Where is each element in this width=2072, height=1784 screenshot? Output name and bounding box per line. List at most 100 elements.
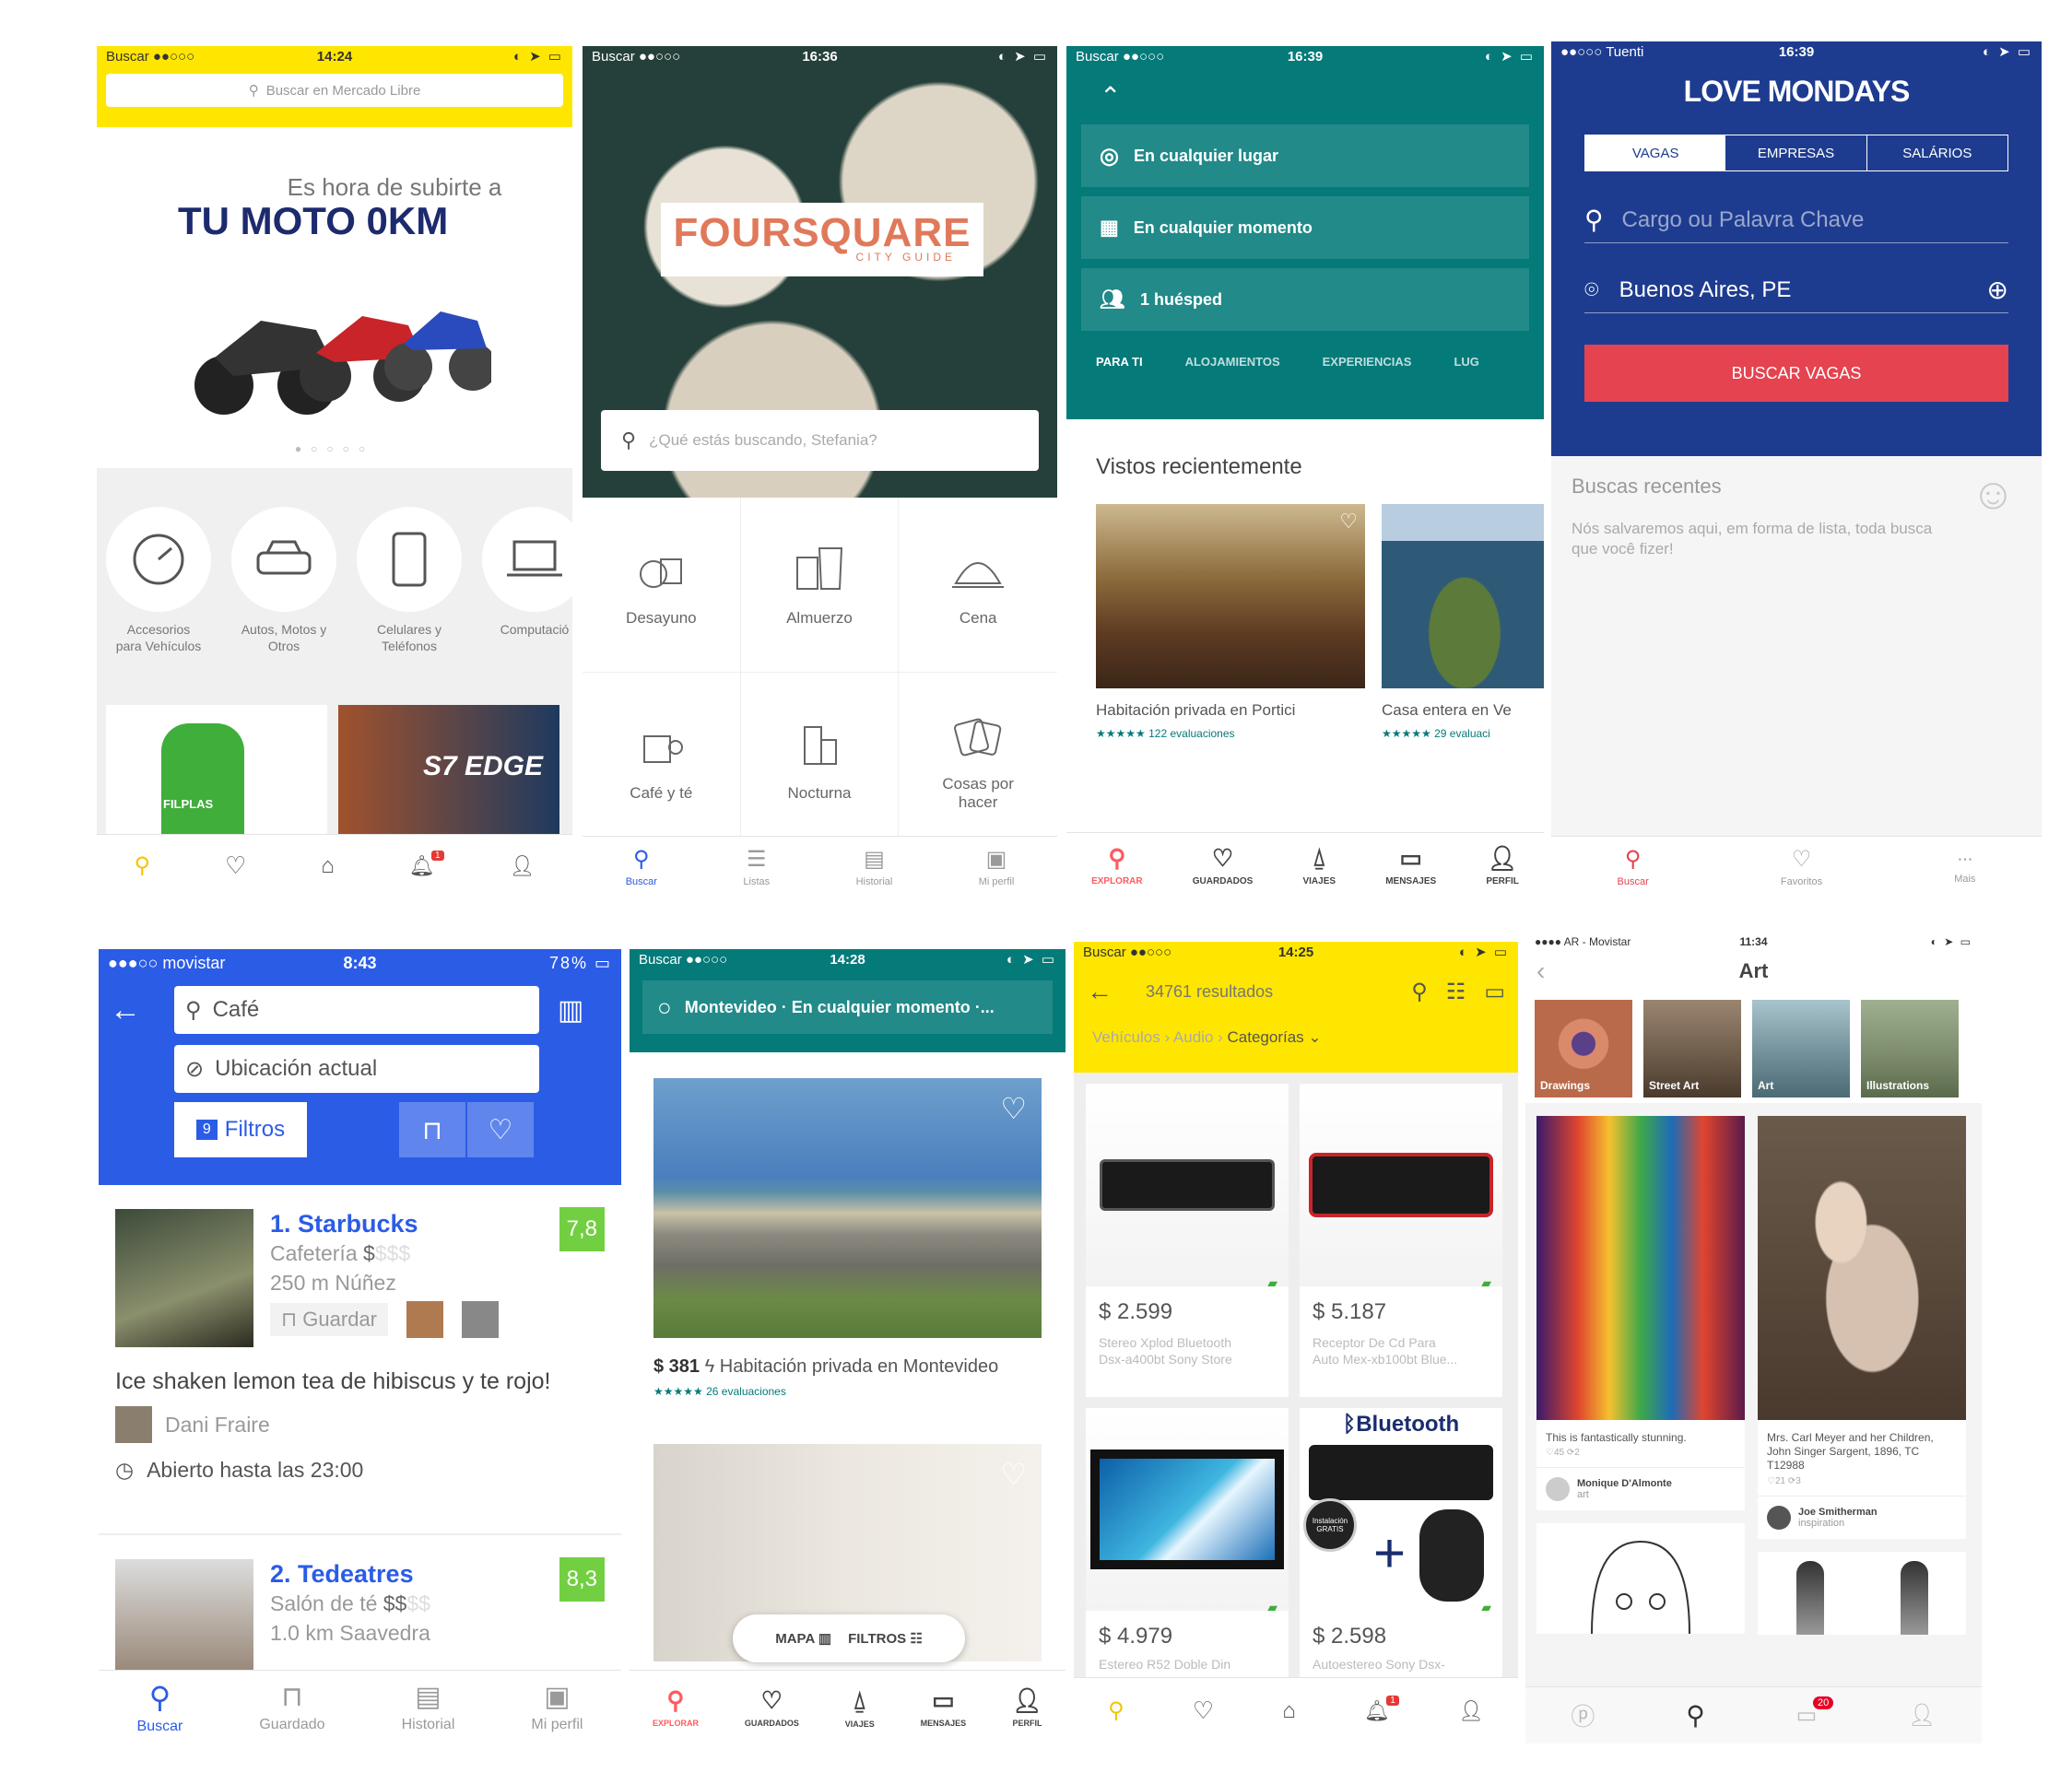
tab-profile[interactable]: 👤︎	[510, 854, 536, 878]
filters-button[interactable]: 9 Filtros	[174, 1102, 307, 1157]
search-input[interactable]: ⚲ Café	[174, 986, 539, 1034]
pin-card[interactable]: This is fantastically stunning. ♡45 ⟳2 M…	[1536, 1116, 1745, 1510]
tab-profile[interactable]: ▣ Mi perfil	[531, 1681, 583, 1733]
tab-search[interactable]: ⚲	[134, 852, 150, 879]
tab-saved[interactable]: ⊓ Guardado	[259, 1681, 324, 1733]
listing-card[interactable]: Casa entera en Ve ★★★★★ 29 evaluaci	[1382, 504, 1544, 740]
tab-trips[interactable]: ⍙ VIAJES	[845, 1686, 875, 1729]
topic-chip-street-art[interactable]: Street Art	[1643, 1000, 1741, 1097]
location-row[interactable]: ◎ En cualquier lugar	[1081, 124, 1529, 187]
search-jobs-button[interactable]: BUSCAR VAGAS	[1584, 345, 2008, 402]
search-bar[interactable]: ○ Montevideo · En cualquier momento ·...	[642, 980, 1053, 1034]
dates-row[interactable]: ▦ En cualquier momento	[1081, 196, 1529, 259]
saved-filter-bookmark-icon[interactable]: ⊓	[399, 1102, 465, 1157]
category-autos[interactable]: Autos, Motos y Otros	[231, 507, 336, 654]
tab-home[interactable]: ⓟ	[1571, 1698, 1595, 1732]
heart-icon[interactable]: ♡	[1339, 510, 1358, 534]
tab-offers[interactable]: ⌂	[321, 853, 335, 879]
listing-card[interactable]: ♡ $ 381 ϟ Habitación privada en Montevid…	[653, 1078, 1042, 1398]
filters-button[interactable]: FILTROS ☷	[848, 1630, 923, 1647]
category-computers[interactable]: Computació	[482, 507, 572, 654]
heart-icon[interactable]: ♡	[1000, 1091, 1027, 1126]
category-lunch[interactable]: Almuerzo	[740, 498, 900, 673]
tab-notifications[interactable]: 🔔︎ 1	[1364, 1695, 1399, 1723]
tab-history[interactable]: ▤ Historial	[402, 1681, 455, 1733]
tab-history[interactable]: ▤ Historial	[856, 846, 893, 887]
guests-row[interactable]: 👥︎ 1 huésped	[1081, 268, 1529, 331]
listing-card[interactable]: ♡ Habitación privada en Portici ★★★★★ 12…	[1096, 504, 1365, 740]
topic-chip-drawings[interactable]: Drawings	[1535, 1000, 1632, 1097]
tab-profile[interactable]: 👤︎ PERFIL	[1012, 1686, 1042, 1728]
topic-chip-art[interactable]: Art	[1752, 1000, 1850, 1097]
product-card[interactable]: S7 EDGE	[338, 705, 559, 834]
tab-messages[interactable]: ▭ 20	[1796, 1696, 1834, 1729]
segment-salaries[interactable]: SALÁRIOS	[1867, 135, 2007, 170]
map-button[interactable]: MAPA ▥	[775, 1630, 831, 1647]
location-input[interactable]: ⌾ Buenos Aires, PE ⊕	[1584, 267, 2008, 313]
category-coffee[interactable]: Café y té	[583, 673, 741, 848]
view-toggle-icon[interactable]: ▭	[1484, 979, 1505, 1005]
liked-filter-heart-icon[interactable]: ♡	[467, 1102, 534, 1157]
product-card[interactable]: ᛒBluetooth Instalación GRATIS + ▰ $ 2.59…	[1300, 1408, 1502, 1684]
tab-profile[interactable]: 👤︎	[1908, 1702, 1936, 1729]
map-icon[interactable]: ▥	[558, 994, 583, 1027]
tab-more[interactable]: ∙∙∙ Mais	[1954, 849, 1975, 885]
back-arrow-icon[interactable]: ←	[1087, 977, 1113, 1006]
promo-banner[interactable]: Es hora de subirte a TU MOTO 0KM ●○○○○	[97, 127, 572, 468]
keyword-input[interactable]: ⚲ Cargo ou Palavra Chave	[1584, 197, 2008, 243]
tab-favorites[interactable]: ♡ Favoritos	[1781, 846, 1822, 887]
filter-sliders-icon[interactable]: ☷	[1446, 979, 1466, 1005]
venue-item[interactable]: 2. Tedeatres Salón de té $$$$ 1.0 km Saa…	[99, 1535, 621, 1670]
category-accessories[interactable]: Accesorios para Vehículos	[106, 507, 211, 654]
tab-trips[interactable]: ⍙ VIAJES	[1302, 843, 1336, 886]
tab-search[interactable]: ⚲ Buscar	[1618, 846, 1649, 887]
product-card[interactable]: ▰ $ 4.979 Estereo R52 Doble Din	[1086, 1408, 1289, 1684]
tab-search[interactable]: ⚲	[1686, 1700, 1705, 1731]
tab-search[interactable]: ⚲	[1108, 1697, 1124, 1724]
locate-icon[interactable]: ⊕	[1987, 275, 2008, 305]
search-bar[interactable]: ⚲ Buscar en Mercado Libre	[106, 74, 563, 107]
tab-profile[interactable]: ▣ Mi perfil	[979, 846, 1015, 887]
tab-search[interactable]: ⚲ Buscar	[626, 846, 657, 887]
venue-item[interactable]: 1. Starbucks Cafetería $$$$ 250 m Núñez …	[99, 1185, 621, 1535]
tab-experiences[interactable]: EXPERIENCIAS	[1323, 355, 1412, 369]
tab-offers[interactable]: ⌂	[1282, 1698, 1296, 1724]
back-chevron-icon[interactable]: ‹	[1536, 957, 1545, 986]
tab-messages[interactable]: ▭ MENSAJES	[1385, 844, 1436, 886]
tab-messages[interactable]: ▭ MENSAJES	[921, 1686, 967, 1728]
product-card[interactable]: ▰ $ 5.187 Receptor De Cd Para Auto Mex-xb…	[1300, 1084, 1502, 1397]
tab-explore[interactable]: ⚲ EXPLORAR	[653, 1686, 699, 1728]
tab-notifications[interactable]: 🔔︎ 1	[409, 850, 444, 878]
tab-lists[interactable]: ☰ Listas	[743, 846, 770, 887]
tab-saved[interactable]: ♡ GUARDADOS	[745, 1686, 799, 1728]
product-card[interactable]: ▰ $ 2.599 Stereo Xplod Bluetooth Dsx-a400…	[1086, 1084, 1289, 1397]
product-card[interactable]: FILPLAS	[106, 705, 327, 834]
heart-icon[interactable]: ♡	[1000, 1457, 1027, 1492]
tab-search[interactable]: ⚲ Buscar	[137, 1680, 183, 1735]
category-things-to-do[interactable]: Cosas por hacer	[899, 673, 1057, 848]
tab-profile[interactable]: 👤︎ PERFIL	[1486, 844, 1519, 886]
search-icon[interactable]: ⚲	[1411, 979, 1428, 1005]
collapse-chevron-icon[interactable]: ⌃	[1066, 66, 1544, 112]
tab-explore[interactable]: ⚲ EXPLORAR	[1091, 844, 1143, 886]
tab-homes[interactable]: ALOJAMIENTOS	[1185, 355, 1280, 369]
pin-card[interactable]: Mrs. Carl Meyer and her Children, John S…	[1758, 1116, 1966, 1539]
pin-card[interactable]	[1536, 1523, 1745, 1634]
save-button[interactable]: ⊓ Guardar	[270, 1303, 389, 1336]
search-bar[interactable]: ⚲ ¿Qué estás buscando, Stefania?	[601, 410, 1039, 471]
pin-card[interactable]	[1758, 1552, 1966, 1635]
topic-chip-illustrations[interactable]: Illustrations	[1861, 1000, 1959, 1097]
tab-favorites[interactable]: ♡	[225, 851, 246, 880]
tab-favorites[interactable]: ♡	[1193, 1696, 1214, 1725]
category-phones[interactable]: Celulares y Teléfonos	[357, 507, 462, 654]
category-nightlife[interactable]: Nocturna	[741, 673, 900, 848]
back-arrow-icon[interactable]: ←	[110, 992, 174, 1028]
tab-profile[interactable]: 👤︎	[1458, 1699, 1484, 1723]
tab-places[interactable]: LUG	[1454, 355, 1478, 369]
category-breakfast[interactable]: Desayuno	[583, 498, 741, 673]
tab-saved[interactable]: ♡ GUARDADOS	[1193, 844, 1254, 886]
tab-for-you[interactable]: PARA TI	[1096, 355, 1143, 369]
segment-companies[interactable]: EMPRESAS	[1725, 135, 1867, 170]
category-dinner[interactable]: Cena	[899, 498, 1057, 673]
segment-jobs[interactable]: VAGAS	[1585, 135, 1726, 170]
